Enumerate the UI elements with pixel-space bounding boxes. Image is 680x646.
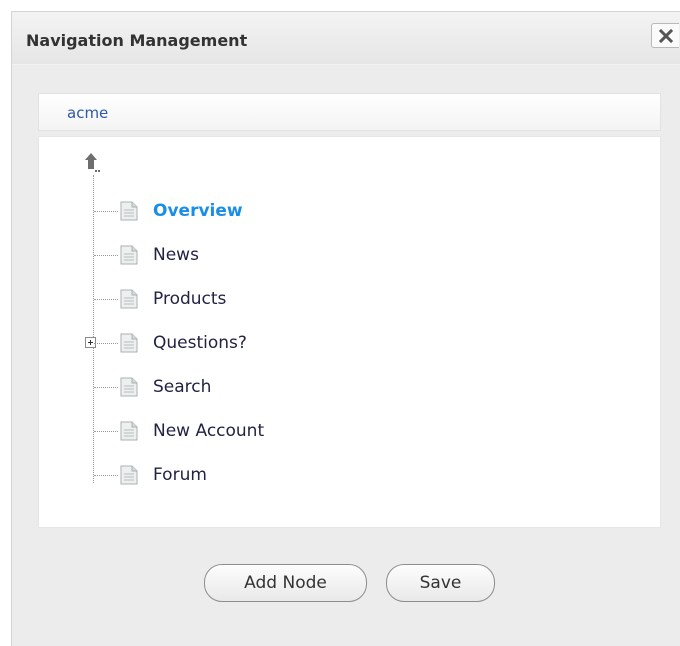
dialog-title: Navigation Management bbox=[26, 31, 248, 50]
tree-branch-line bbox=[94, 211, 118, 212]
tree-node[interactable]: Products bbox=[39, 285, 439, 313]
navigation-tree: Overview News Products Questions? Search New … bbox=[38, 136, 661, 528]
close-button[interactable] bbox=[651, 23, 679, 48]
up-arrow-icon[interactable] bbox=[85, 153, 101, 175]
tree-node[interactable]: Overview bbox=[39, 197, 439, 225]
tree-node-label[interactable]: Products bbox=[153, 289, 226, 309]
page-icon bbox=[120, 289, 138, 309]
tree-node-label[interactable]: Questions? bbox=[153, 333, 247, 353]
tree-node[interactable]: Search bbox=[39, 373, 439, 401]
page-icon bbox=[120, 245, 138, 265]
tree-node[interactable]: Forum bbox=[39, 461, 439, 489]
page-icon bbox=[120, 421, 138, 441]
page-icon bbox=[120, 201, 138, 221]
tree-node-label[interactable]: News bbox=[153, 245, 199, 265]
navigation-management-dialog: Navigation Management acme Overview News P… bbox=[11, 11, 680, 646]
save-button[interactable]: Save bbox=[386, 564, 495, 602]
close-icon bbox=[659, 29, 673, 43]
add-node-button[interactable]: Add Node bbox=[204, 564, 367, 602]
tree-branch-line bbox=[94, 343, 118, 344]
tree-branch-line bbox=[94, 431, 118, 432]
page-icon bbox=[120, 333, 138, 353]
tree-node-label[interactable]: Search bbox=[153, 377, 211, 397]
tree-branch-line bbox=[94, 387, 118, 388]
tree-node[interactable]: New Account bbox=[39, 417, 439, 445]
tree-branch-line bbox=[94, 255, 118, 256]
tree-branch-line bbox=[94, 475, 118, 476]
tree-root-bar[interactable]: acme bbox=[38, 93, 661, 131]
page-icon bbox=[120, 377, 138, 397]
tree-node-label[interactable]: Forum bbox=[153, 465, 207, 485]
page-icon bbox=[120, 465, 138, 485]
tree-branch-line bbox=[94, 299, 118, 300]
tree-node-label[interactable]: Overview bbox=[153, 201, 243, 221]
tree-node[interactable]: Questions? bbox=[39, 329, 439, 357]
tree-node[interactable]: News bbox=[39, 241, 439, 269]
tree-root-label[interactable]: acme bbox=[67, 104, 108, 122]
dialog-titlebar: Navigation Management bbox=[12, 12, 680, 65]
tree-node-label[interactable]: New Account bbox=[153, 421, 264, 441]
